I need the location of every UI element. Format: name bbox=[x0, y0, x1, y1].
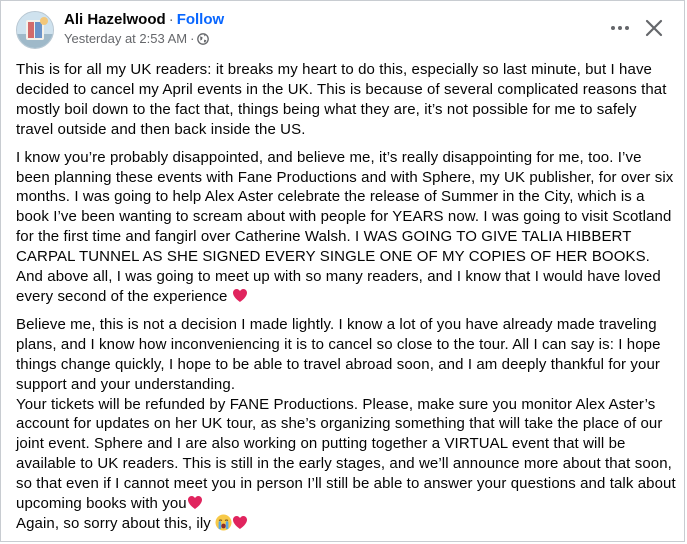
author-line: Ali Hazelwood · Follow bbox=[64, 11, 224, 29]
post-header: Ali Hazelwood · Follow Yesterday at 2:53 A… bbox=[0, 0, 687, 56]
paragraph-2: I know you’re probably disappointed, and… bbox=[16, 148, 678, 307]
close-icon[interactable] bbox=[643, 17, 665, 39]
paragraph-4: Your tickets will be refunded by FANE Pr… bbox=[16, 395, 678, 514]
post-body: This is for all my UK readers: it breaks… bbox=[16, 60, 678, 534]
paragraph-2-text: I know you’re probably disappointed, and… bbox=[16, 148, 674, 305]
author-name[interactable]: Ali Hazelwood bbox=[64, 11, 166, 28]
paragraph-5-text: Again, so sorry about this, ily bbox=[16, 514, 211, 532]
crying-face-emoji-icon bbox=[215, 514, 232, 531]
post-timestamp[interactable]: Yesterday at 2:53 AM bbox=[64, 31, 187, 46]
paragraph-4-text: Your tickets will be refunded by FANE Pr… bbox=[16, 395, 676, 513]
follow-button[interactable]: Follow bbox=[177, 11, 225, 28]
paragraph-5: Again, so sorry about this, ily bbox=[16, 514, 678, 534]
heart-emoji-icon bbox=[187, 495, 203, 510]
paragraph-3: Believe me, this is not a decision I mad… bbox=[16, 315, 661, 393]
globe-icon bbox=[197, 33, 210, 49]
heart-emoji-icon bbox=[232, 288, 248, 303]
name-separator: · bbox=[168, 11, 174, 28]
heart-emoji-icon bbox=[232, 515, 248, 530]
more-horizontal-icon[interactable] bbox=[608, 16, 632, 40]
avatar[interactable] bbox=[16, 11, 54, 49]
paragraph-1: This is for all my UK readers: it breaks… bbox=[16, 61, 667, 138]
post-meta: Yesterday at 2:53 AM · bbox=[64, 31, 210, 49]
meta-separator: · bbox=[190, 31, 195, 46]
